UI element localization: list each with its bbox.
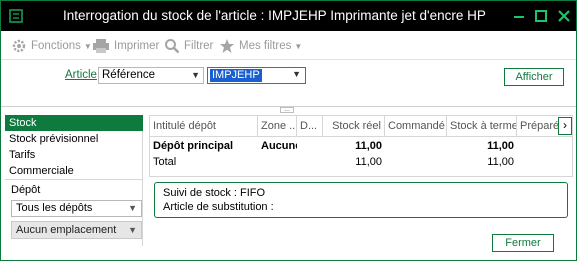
chevron-down-icon[interactable]: ▼ (292, 69, 301, 79)
splitter-grip-icon[interactable]: ... (280, 106, 294, 113)
minimize-icon[interactable] (509, 6, 529, 26)
table-cell: 11,00 (355, 140, 382, 152)
close-icon[interactable] (554, 6, 574, 26)
stock-inquiry-window: Interrogation du stock de l'article : IM… (0, 0, 577, 261)
app-icon (9, 9, 23, 23)
article-substitution-text: Article de substitution : (163, 201, 274, 213)
imprimer-button[interactable]: Imprimer (92, 37, 159, 55)
nav-item-commerciale[interactable]: Commerciale (5, 163, 143, 179)
left-panel: Stock Stock prévisionnel Tarifs Commerci… (5, 115, 143, 246)
column-header[interactable]: Stock réel (323, 116, 385, 137)
star-icon (220, 39, 234, 53)
table-cell: Total (153, 156, 177, 168)
column-header[interactable]: D... (297, 116, 323, 137)
chevron-right-icon: › (563, 118, 567, 132)
table-cell: Aucune (261, 140, 297, 152)
column-header[interactable]: Zone ... (258, 116, 297, 137)
table-cell: 11,00 (487, 140, 514, 152)
chevron-down-icon: ▼ (83, 41, 92, 51)
fonctions-label: Fonctions (31, 40, 81, 52)
search-field-select[interactable]: Référence ▼ (98, 67, 204, 84)
column-header[interactable]: Stock à terme (447, 116, 517, 137)
filtrer-button[interactable]: Filtrer (164, 37, 213, 55)
mes-filtres-label: Mes filtres (239, 40, 292, 52)
chevron-down-icon: ▼ (294, 41, 303, 51)
nav-divider (5, 179, 143, 180)
table-cell: 11,00 (355, 156, 382, 168)
fonctions-menu-button[interactable]: Fonctions ▼ (11, 37, 92, 55)
article-info-box: Suivi de stock : FIFO Article de substit… (154, 182, 568, 218)
column-header[interactable]: Intitulé dépôt (150, 116, 258, 137)
scroll-right-button[interactable]: › (558, 117, 572, 135)
afficher-button[interactable]: Afficher (504, 68, 564, 86)
depot-label: Dépôt (11, 184, 41, 196)
title-bar[interactable]: Interrogation du stock de l'article : IM… (1, 1, 576, 31)
stock-table: Intitulé dépôt Zone ... D... Stock réel … (149, 115, 573, 177)
window-title: Interrogation du stock de l'article : IM… (63, 8, 486, 23)
article-link[interactable]: Article (65, 69, 97, 81)
emplacement-select-value: Aucun emplacement (16, 224, 117, 236)
filtrer-label: Filtrer (184, 40, 214, 52)
imprimer-label: Imprimer (114, 40, 160, 52)
panel-splitter[interactable]: ... (1, 106, 576, 114)
table-cell: 11,00 (487, 156, 514, 168)
nav-item-tarifs[interactable]: Tarifs (5, 147, 143, 163)
chevron-down-icon: ▼ (191, 70, 200, 80)
column-header[interactable]: Commandé (385, 116, 447, 137)
search-field-value: Référence (102, 69, 156, 81)
chevron-down-icon: ▼ (128, 203, 137, 213)
fermer-button[interactable]: Fermer (492, 234, 554, 252)
nav-item-stock-previsionnel[interactable]: Stock prévisionnel (5, 131, 143, 147)
printer-icon (93, 39, 109, 53)
depot-select[interactable]: Tous les dépôts ▼ (11, 200, 142, 217)
gear-icon (12, 39, 26, 53)
search-icon (165, 39, 180, 54)
article-reference-input[interactable]: IMPJEHP ▼ (207, 67, 306, 84)
maximize-icon[interactable] (531, 6, 551, 26)
emplacement-select[interactable]: Aucun emplacement ▼ (11, 221, 142, 239)
chevron-down-icon: ▼ (128, 225, 137, 235)
table-cell: Dépôt principal (153, 140, 234, 152)
depot-select-value: Tous les dépôts (16, 202, 93, 214)
suivi-stock-text: Suivi de stock : FIFO (163, 187, 266, 199)
nav-item-stock[interactable]: Stock (5, 115, 143, 131)
article-search-bar: Article Référence ▼ IMPJEHP ▼ Afficher (1, 59, 576, 106)
toolbar: Fonctions ▼ Imprimer Filtrer Mes filtres… (1, 31, 576, 59)
article-reference-value: IMPJEHP (210, 69, 262, 82)
mes-filtres-menu-button[interactable]: Mes filtres ▼ (219, 37, 302, 55)
